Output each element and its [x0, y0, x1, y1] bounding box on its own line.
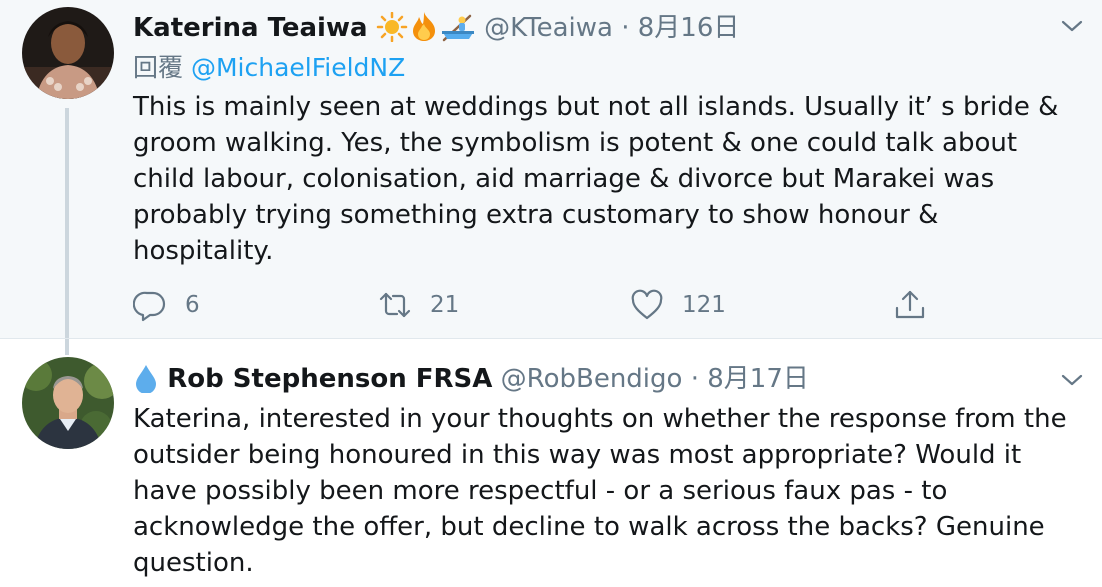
share-button[interactable]: [893, 288, 927, 322]
sun-icon: [376, 11, 408, 50]
tweet-actions: 6 21 121: [133, 288, 933, 322]
separator-dot: ·: [621, 13, 630, 43]
chevron-down-icon[interactable]: [1060, 14, 1084, 38]
rowboat-icon: [440, 12, 476, 50]
avatar-katerina[interactable]: [22, 7, 114, 99]
like-button[interactable]: 121: [630, 288, 726, 322]
tweet-text-line: groom walking. Yes, the symbolism is pot…: [133, 128, 1018, 158]
retweet-button[interactable]: 21: [378, 288, 459, 322]
tweet-rob[interactable]: Rob Stephenson FRSA @RobBendigo · 8月17日 …: [0, 339, 1102, 587]
avatar-rob[interactable]: [22, 357, 114, 449]
thread-line: [65, 108, 69, 338]
separator-dot: ·: [690, 364, 699, 394]
avatar-katerina-image: [22, 7, 114, 99]
avatar-rob-image: [22, 357, 114, 449]
tweet-text-line: probably trying something extra customar…: [133, 200, 939, 230]
tweet-text-line: outsider being honoured in this way was …: [133, 440, 1022, 470]
reply-button[interactable]: 6: [133, 288, 200, 322]
reply-icon: [133, 291, 166, 322]
user-handle[interactable]: @KTeaiwa: [484, 13, 613, 43]
tweet-header: Rob Stephenson FRSA @RobBendigo · 8月17日: [133, 363, 809, 401]
retweet-count: 21: [430, 292, 460, 318]
heart-icon: [631, 289, 663, 320]
tweet-date[interactable]: 8月17日: [707, 364, 809, 394]
user-handle[interactable]: @RobBendigo: [501, 364, 683, 394]
reply-count: 6: [185, 292, 200, 318]
tweet-text-line: have possibly been more respectful - or …: [133, 476, 948, 506]
reply-context: 回覆 @MichaelFieldNZ: [133, 52, 405, 84]
reply-prefix: 回覆: [133, 53, 184, 82]
fire-icon: [408, 10, 440, 50]
tweet-text-line: child labour, colonisation, aid marriage…: [133, 164, 995, 194]
display-name[interactable]: Rob Stephenson FRSA: [167, 364, 492, 394]
droplet-icon: [133, 363, 159, 401]
tweet-text-line: This is mainly seen at weddings but not …: [133, 92, 1059, 122]
tweet-text: This is mainly seen at weddings but not …: [133, 89, 1083, 269]
reply-mention-link[interactable]: @MichaelFieldNZ: [191, 53, 405, 82]
tweet-text-line: hospitality.: [133, 236, 274, 266]
tweet-text: Katerina, interested in your thoughts on…: [133, 401, 1083, 581]
display-name[interactable]: Katerina Teaiwa: [133, 13, 368, 43]
retweet-icon: [379, 292, 411, 318]
tweet-header: Katerina Teaiwa @KTeaiwa · 8月16日: [133, 10, 739, 50]
tweet-date[interactable]: 8月16日: [638, 13, 740, 43]
tweet-text-line: Katerina, interested in your thoughts on…: [133, 404, 1067, 434]
chevron-down-icon[interactable]: [1060, 368, 1084, 392]
share-icon: [895, 290, 925, 319]
like-count: 121: [682, 292, 726, 318]
tweet-katerina[interactable]: Katerina Teaiwa @KTeaiwa · 8月16日 回覆 @Mic…: [0, 0, 1102, 339]
thread-line: [65, 339, 69, 355]
tweet-text-line: question.: [133, 548, 254, 578]
tweet-text-line: acknowledge the offer, but decline to wa…: [133, 512, 1045, 542]
